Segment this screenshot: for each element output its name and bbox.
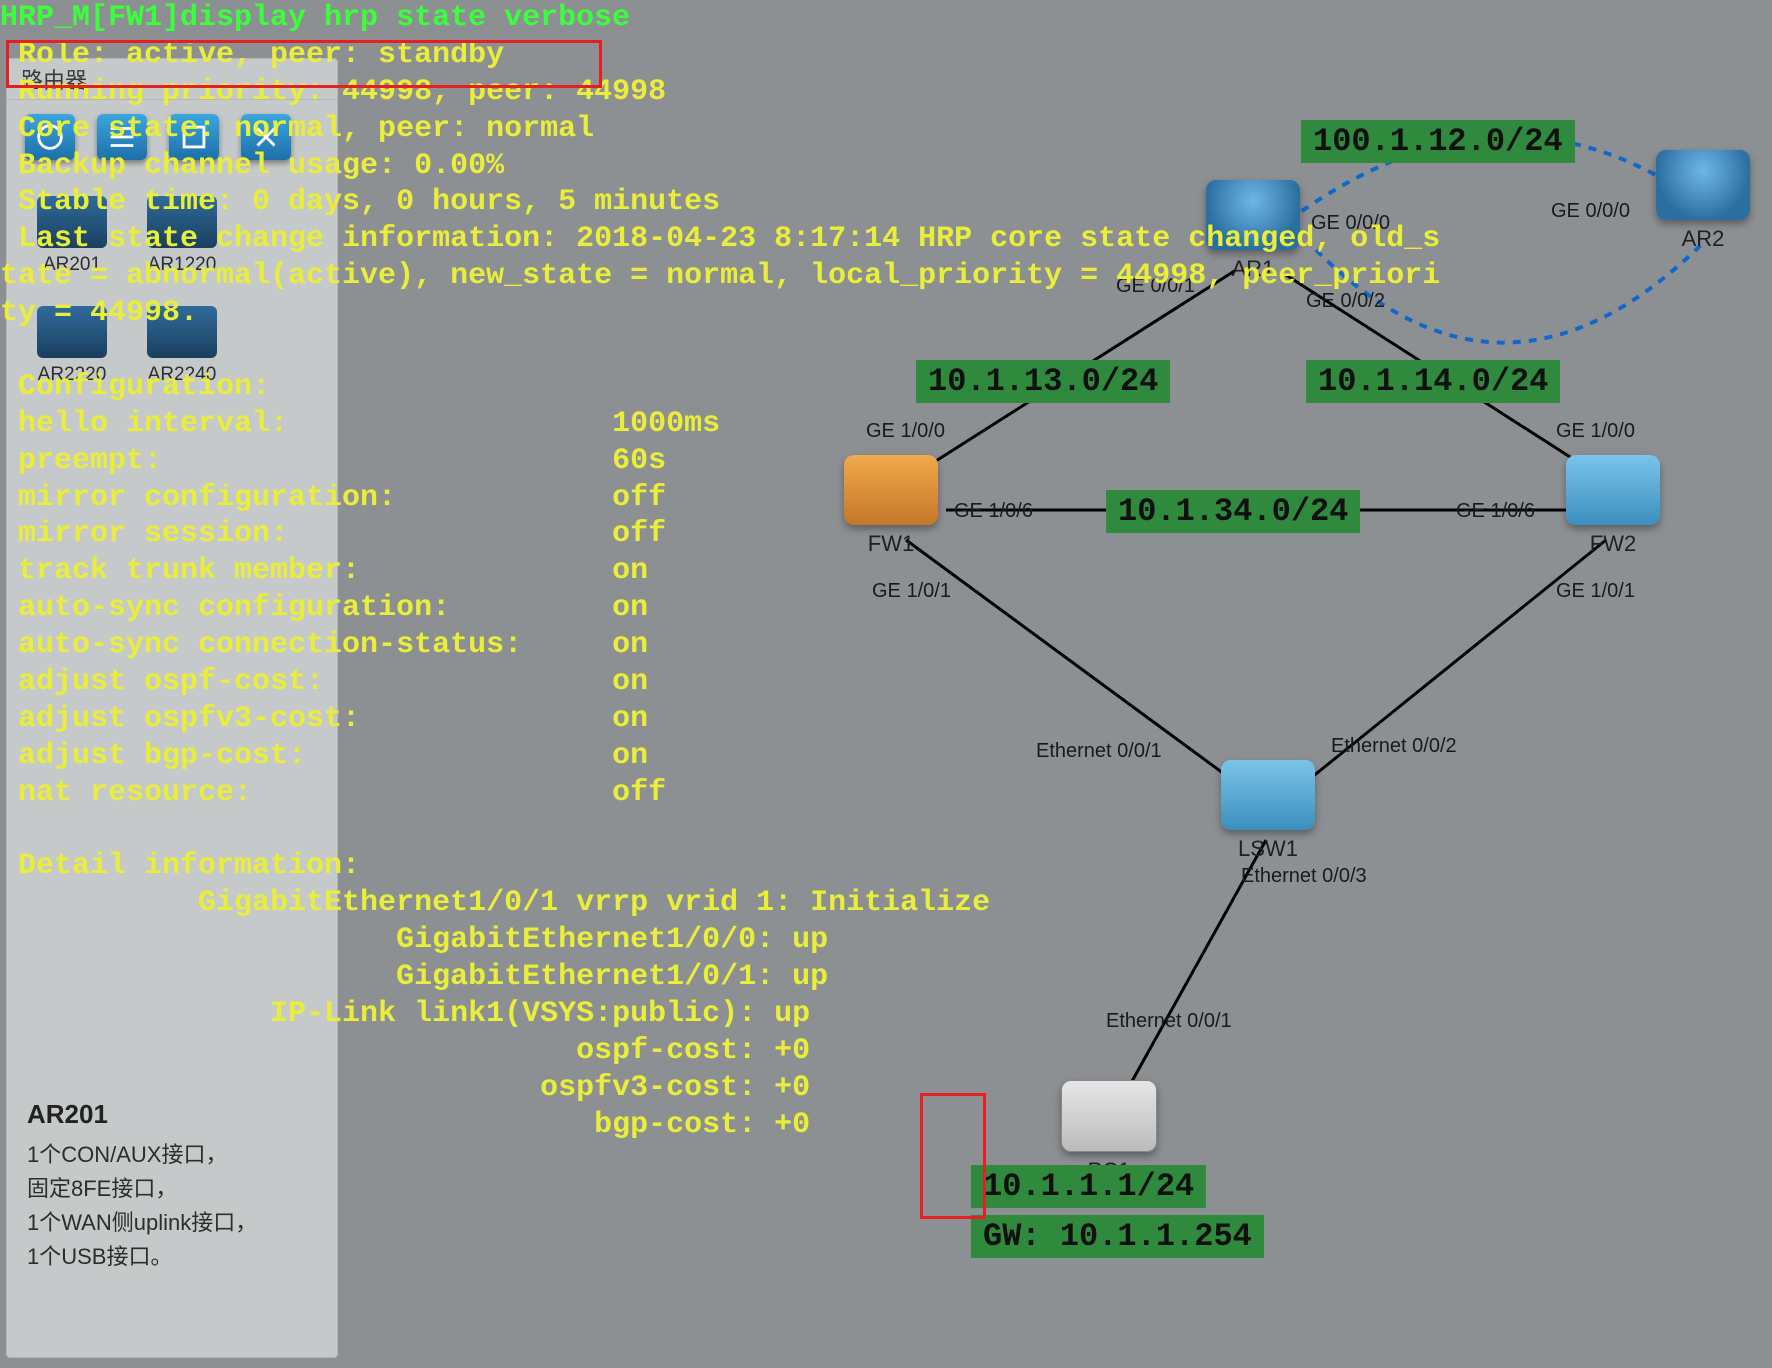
tool-icon-1[interactable]: [25, 114, 75, 160]
port-label: GE 1/0/0: [1556, 420, 1635, 443]
palette-devices: AR201 AR1220 AR2220 AR2240: [7, 174, 337, 408]
node-fw1[interactable]: FW1: [844, 455, 938, 557]
subnet-label: 10.1.14.0/24: [1306, 360, 1560, 403]
palette-device[interactable]: AR201: [37, 196, 107, 276]
port-label: Ethernet 0/0/1: [1036, 740, 1162, 763]
info-title: AR201: [27, 1099, 327, 1130]
tool-icon-3[interactable]: [169, 114, 219, 160]
tool-icon-2[interactable]: [97, 114, 147, 160]
port-label: GE 1/0/1: [1556, 580, 1635, 603]
subnet-label: GW: 10.1.1.254: [971, 1215, 1264, 1258]
device-label: AR2240: [148, 364, 217, 386]
router-icon: [147, 196, 217, 248]
tool-icon-4[interactable]: [241, 114, 291, 160]
port-label: Ethernet 0/0/3: [1241, 865, 1367, 888]
port-label: GE 0/0/0: [1311, 212, 1390, 235]
firewall-icon: [1566, 455, 1660, 525]
node-lsw1[interactable]: LSW1: [1221, 760, 1315, 862]
port-label: GE 1/0/6: [1456, 500, 1535, 523]
palette-title: 路由器: [7, 59, 337, 100]
subnet-label: 100.1.12.0/24: [1301, 120, 1575, 163]
pc-icon: [1061, 1080, 1157, 1152]
info-line: 1个USB接口。: [27, 1240, 327, 1274]
port-label: Ethernet 0/0/1: [1106, 1010, 1232, 1033]
subnet-label: 10.1.13.0/24: [916, 360, 1170, 403]
port-label: Ethernet 0/0/2: [1331, 735, 1457, 758]
router-icon: [147, 306, 217, 358]
router-icon: [37, 306, 107, 358]
port-label: GE 1/0/0: [866, 420, 945, 443]
node-label: FW1: [868, 531, 914, 557]
port-label: GE 1/0/6: [954, 500, 1033, 523]
subnet-label: 10.1.34.0/24: [1106, 490, 1360, 533]
node-ar2[interactable]: AR2: [1656, 150, 1750, 252]
info-line: 1个CON/AUX接口，: [27, 1138, 327, 1172]
firewall-icon: [844, 455, 938, 525]
router-icon: [1656, 150, 1750, 220]
palette-device[interactable]: AR2240: [147, 306, 217, 386]
info-line: 1个WAN侧uplink接口，: [27, 1206, 327, 1240]
device-label: AR1220: [148, 254, 217, 276]
palette-device[interactable]: AR2220: [37, 306, 107, 386]
switch-icon: [1221, 760, 1315, 830]
node-label: FW2: [1590, 531, 1636, 557]
port-label: GE 0/0/1: [1116, 275, 1195, 298]
palette-toolbar: [7, 100, 337, 174]
node-label: AR2: [1682, 226, 1725, 252]
router-icon: [37, 196, 107, 248]
node-ar1[interactable]: AR1: [1206, 180, 1300, 282]
node-label: LSW1: [1238, 836, 1298, 862]
device-info: AR201 1个CON/AUX接口， 固定8FE接口， 1个WAN侧uplink…: [27, 1099, 327, 1274]
palette-device[interactable]: AR1220: [147, 196, 217, 276]
topology-canvas[interactable]: AR1 AR2 FW1 FW2 LSW1 PC1 GE 0/0/0 GE 0/0…: [346, 0, 1772, 1368]
subnet-label: 10.1.1.1/24: [971, 1165, 1206, 1208]
device-label: AR201: [43, 254, 101, 276]
port-label: GE 1/0/1: [872, 580, 951, 603]
port-label: GE 0/0/0: [1551, 200, 1630, 223]
device-label: AR2220: [38, 364, 107, 386]
device-palette: 路由器 AR201 AR1220 AR2220 AR2240 AR201 1个C…: [6, 58, 338, 1358]
router-icon: [1206, 180, 1300, 250]
port-label: GE 0/0/2: [1306, 290, 1385, 313]
node-fw2[interactable]: FW2: [1566, 455, 1660, 557]
info-line: 固定8FE接口，: [27, 1172, 327, 1206]
node-label: AR1: [1232, 256, 1275, 282]
